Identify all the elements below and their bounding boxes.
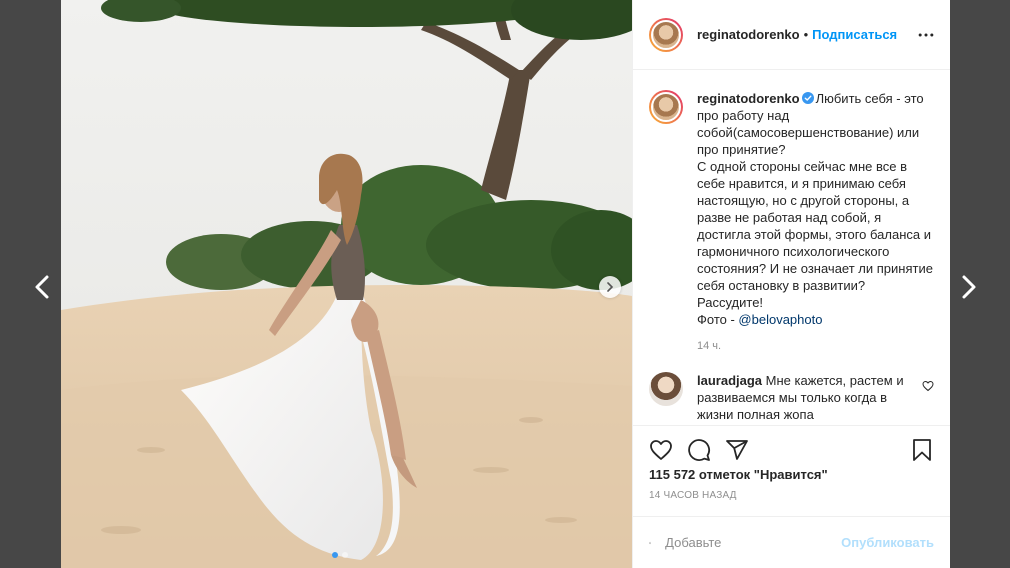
chevron-left-icon: [35, 275, 49, 299]
carousel-indicator: [332, 552, 348, 558]
comment-input[interactable]: [665, 535, 842, 550]
comment-item: lauradjaga Мне кажется, растем и развива…: [649, 372, 934, 423]
caption-time[interactable]: 14 ч.: [697, 340, 934, 352]
caption-author-username[interactable]: reginatodorenko: [697, 91, 800, 106]
caption-text: Любить себя - это про работу над собой(с…: [697, 91, 933, 327]
comment-composer: Опубликовать: [633, 516, 950, 568]
next-post-arrow[interactable]: [955, 270, 983, 304]
commenter-username[interactable]: lauradjaga: [697, 373, 762, 388]
carousel-dot: [342, 552, 348, 558]
post-photo[interactable]: [61, 0, 632, 568]
comment-bubble-icon[interactable]: [687, 438, 711, 462]
likes-count[interactable]: 115 572 отметок "Нравится": [633, 467, 950, 487]
carousel-dot-active: [332, 552, 338, 558]
post-modal: reginatodorenko • Подписаться reginatodo…: [61, 0, 950, 568]
chevron-right-icon: [962, 275, 976, 299]
follow-button[interactable]: Подписаться: [812, 27, 897, 42]
share-send-icon[interactable]: [725, 438, 749, 462]
verified-badge-icon: [801, 92, 814, 104]
comment-body: lauradjaga Мне кажется, растем и развива…: [697, 372, 911, 423]
commenter-avatar[interactable]: [649, 372, 683, 406]
more-horizontal-icon: [918, 33, 934, 36]
emoji-icon[interactable]: [649, 531, 652, 555]
more-options-button[interactable]: [914, 23, 938, 47]
author-username[interactable]: reginatodorenko: [697, 27, 800, 42]
beach-photo-image: [61, 0, 632, 568]
post-sidebar: reginatodorenko • Подписаться reginatodo…: [632, 0, 950, 568]
post-header: reginatodorenko • Подписаться: [633, 0, 950, 70]
separator-bullet: •: [803, 27, 809, 42]
post-actions: [633, 425, 950, 473]
previous-post-arrow[interactable]: [28, 270, 56, 304]
caption-author-avatar[interactable]: [649, 90, 683, 124]
bookmark-save-icon[interactable]: [910, 438, 934, 462]
caption: reginatodorenko Любить себя - это про раб…: [649, 90, 934, 328]
caption-body: reginatodorenko Любить себя - это про раб…: [697, 90, 934, 328]
post-timestamp[interactable]: 14 ЧАСОВ НАЗАД: [633, 490, 950, 510]
publish-button[interactable]: Опубликовать: [841, 535, 934, 550]
photographer-mention-link[interactable]: @belovaphoto: [738, 312, 822, 327]
chevron-right-icon: [607, 282, 614, 292]
author-avatar[interactable]: [649, 17, 683, 52]
like-comment-heart-icon[interactable]: [922, 380, 934, 392]
carousel-next-button[interactable]: [599, 276, 621, 298]
comments-section[interactable]: reginatodorenko Любить себя - это про раб…: [633, 70, 950, 425]
like-heart-icon[interactable]: [649, 438, 673, 462]
